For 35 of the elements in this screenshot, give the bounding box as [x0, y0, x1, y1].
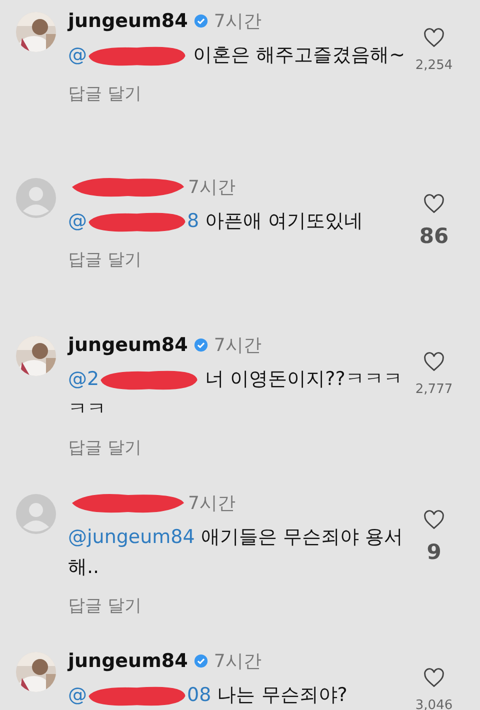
comment-text: @ 8 아픈애 여기또있네 — [68, 206, 406, 236]
heart-icon[interactable] — [423, 352, 445, 372]
heart-icon[interactable] — [423, 28, 445, 48]
mention-link[interactable]: @ — [68, 210, 87, 232]
reply-link[interactable]: 답글 달기 — [68, 594, 142, 617]
heart-icon[interactable] — [423, 510, 445, 530]
mention-link[interactable]: @ — [68, 684, 87, 706]
mention-link[interactable]: @jungeum84 — [68, 526, 195, 548]
like-count: 86 — [419, 224, 449, 248]
default-avatar-icon — [16, 178, 56, 218]
heart-icon[interactable] — [423, 668, 445, 688]
mention-link[interactable]: 8 — [187, 210, 200, 232]
like-count: 2,254 — [415, 58, 453, 73]
comment-text: @ 08 나는 무슨죄야? — [68, 680, 406, 710]
timestamp: 7시간 — [188, 492, 236, 515]
username[interactable]: jungeum84 — [68, 10, 188, 32]
like-count: 9 — [426, 540, 442, 564]
username[interactable]: jungeum84 — [68, 334, 188, 356]
mention-link[interactable]: @ — [68, 44, 87, 66]
mention-link[interactable]: 08 — [187, 684, 212, 706]
comment-text: @jungeum84 애기들은 무슨죄야 용서해.. — [68, 525, 404, 580]
comment-text: @2 너 이영돈이지??ㅋㅋㅋㅋㅋ — [68, 366, 404, 422]
like-count: 2,777 — [415, 382, 453, 397]
comment-text: @ 이혼은 해주고즐겼음해~ — [68, 40, 406, 70]
reply-link[interactable]: 답글 달기 — [68, 436, 142, 459]
timestamp: 7시간 — [214, 650, 262, 673]
default-avatar-icon — [16, 494, 56, 534]
timestamp: 7시간 — [214, 334, 262, 357]
timestamp: 7시간 — [188, 176, 236, 199]
mention-link[interactable]: @2 — [68, 368, 100, 390]
username[interactable]: jungeum84 — [68, 650, 188, 672]
heart-icon[interactable] — [423, 194, 445, 214]
timestamp: 7시간 — [214, 10, 262, 33]
reply-link[interactable]: 답글 달기 — [68, 82, 142, 105]
reply-link[interactable]: 답글 달기 — [68, 248, 142, 271]
